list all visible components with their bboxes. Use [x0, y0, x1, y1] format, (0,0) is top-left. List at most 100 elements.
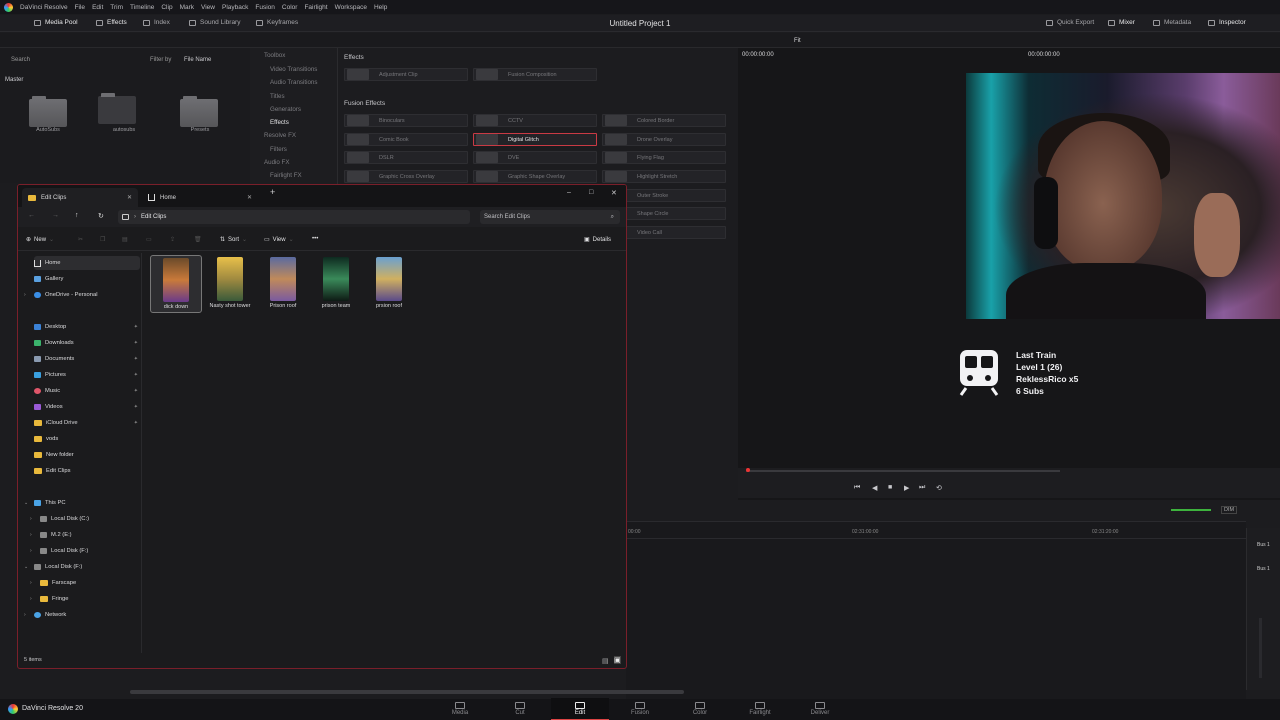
nav-pictures[interactable]: Pictures ✦: [34, 368, 140, 382]
page-deliver[interactable]: Deliver: [795, 702, 845, 716]
nav-desktop[interactable]: Desktop ✦: [34, 320, 140, 334]
delete-icon[interactable]: 🗑: [194, 236, 202, 243]
file-item[interactable]: dick down: [150, 255, 202, 313]
close-window-icon[interactable]: ✕: [611, 189, 617, 197]
nav-network[interactable]: › Network: [24, 608, 140, 622]
menu-color[interactable]: Color: [282, 4, 298, 11]
timeline-scrollbar[interactable]: [130, 690, 684, 694]
toolbox-item[interactable]: Filters: [270, 146, 287, 153]
details-view-icon[interactable]: ▤: [602, 657, 609, 665]
bin-folder-icon[interactable]: [180, 96, 218, 127]
back-icon[interactable]: ←: [28, 212, 35, 219]
share-icon[interactable]: ⇪: [170, 236, 175, 243]
pin-icon[interactable]: ✦: [134, 388, 138, 394]
menu-trim[interactable]: Trim: [110, 4, 123, 11]
refresh-icon[interactable]: ↻: [98, 212, 104, 220]
index-tab[interactable]: Index: [143, 19, 170, 26]
pin-icon[interactable]: ✦: [134, 420, 138, 426]
nav-farscape[interactable]: › Farscape: [30, 576, 146, 590]
close-tab-icon[interactable]: ✕: [127, 194, 132, 201]
address-bar[interactable]: › Edit Clips: [118, 210, 470, 224]
playhead-marker[interactable]: [746, 468, 750, 472]
menu-file[interactable]: File: [75, 4, 85, 11]
effect-item[interactable]: Highlight Stretch: [602, 170, 726, 183]
bus-fader[interactable]: [1259, 618, 1262, 678]
keyframes-tab[interactable]: Keyframes: [256, 19, 298, 26]
toolbox-item[interactable]: Resolve FX: [264, 132, 296, 139]
file-item[interactable]: prison team: [310, 255, 362, 313]
rename-icon[interactable]: ▭: [146, 236, 152, 243]
effects-tab[interactable]: Effects: [96, 19, 127, 26]
toolbox-item[interactable]: Toolbox: [264, 52, 285, 59]
filter-by-select[interactable]: File Name: [184, 57, 211, 63]
metadata-tab[interactable]: Metadata: [1153, 19, 1191, 26]
copy-icon[interactable]: ❐: [100, 236, 105, 243]
menu-clip[interactable]: Clip: [161, 4, 172, 11]
details-button[interactable]: ▣ Details: [584, 236, 611, 244]
menu-view[interactable]: View: [201, 4, 215, 11]
page-edit[interactable]: Edit: [555, 702, 605, 716]
effect-item[interactable]: Comic Book: [344, 133, 468, 146]
volume-slider[interactable]: [1171, 509, 1211, 511]
nav-onedrive[interactable]: › OneDrive - Personal: [24, 288, 140, 302]
pin-icon[interactable]: ✦: [134, 372, 138, 378]
nav-videos[interactable]: Videos ✦: [34, 400, 140, 414]
pin-icon[interactable]: ✦: [134, 340, 138, 346]
toolbox-item[interactable]: Audio Transitions: [270, 79, 317, 86]
page-fairlight[interactable]: Fairlight: [735, 702, 785, 716]
menu-fairlight[interactable]: Fairlight: [304, 4, 327, 11]
toolbox-item[interactable]: Titles: [270, 93, 285, 100]
page-media[interactable]: Media: [435, 702, 485, 716]
effect-item[interactable]: Flying Flag: [602, 151, 726, 164]
zoom-fit-select[interactable]: Fit: [794, 38, 801, 44]
effect-item-selected[interactable]: Digital Glitch: [473, 133, 597, 146]
page-fusion[interactable]: Fusion: [615, 702, 665, 716]
sound-library-tab[interactable]: Sound Library: [189, 19, 240, 26]
close-tab-icon[interactable]: ✕: [247, 194, 252, 201]
nav-documents[interactable]: Documents ✦: [34, 352, 140, 366]
nav-m2-e[interactable]: › M.2 (E:): [30, 528, 146, 542]
media-pool-search[interactable]: Search: [11, 57, 30, 63]
nav-gallery[interactable]: Gallery: [34, 272, 140, 286]
dim-button[interactable]: DIM: [1221, 506, 1238, 514]
forward-icon[interactable]: →: [52, 212, 59, 219]
nav-icloud[interactable]: iCloud Drive ✦: [34, 416, 140, 430]
effect-item[interactable]: CCTV: [473, 114, 597, 127]
explorer-tab-home[interactable]: Home ✕: [142, 188, 258, 207]
minimize-icon[interactable]: –: [567, 189, 571, 196]
nav-downloads[interactable]: Downloads ✦: [34, 336, 140, 350]
bin-folder-icon[interactable]: [98, 93, 136, 124]
effect-item[interactable]: DSLR: [344, 151, 468, 164]
play-reverse-icon[interactable]: ◀: [872, 484, 877, 492]
file-item[interactable]: Nasty shot tower: [204, 255, 256, 313]
loop-icon[interactable]: ⟲: [936, 484, 942, 492]
menu-playback[interactable]: Playback: [222, 4, 248, 11]
effect-item[interactable]: Colored Border: [602, 114, 726, 127]
explorer-tab-edit-clips[interactable]: Edit Clips ✕: [22, 188, 138, 207]
sort-button[interactable]: ⇅ Sort ⌄: [220, 236, 247, 244]
view-button[interactable]: ▭ View ⌄: [264, 236, 294, 244]
effect-item[interactable]: Graphic Shape Overlay: [473, 170, 597, 183]
effect-item[interactable]: Drone Overlay: [602, 133, 726, 146]
maximize-icon[interactable]: □: [589, 189, 593, 196]
stop-icon[interactable]: ■: [888, 484, 892, 491]
toolbox-item[interactable]: Audio FX: [264, 159, 289, 166]
nav-fringe[interactable]: › Fringe: [30, 592, 146, 606]
toolbox-item[interactable]: Fairlight FX: [270, 172, 302, 179]
tiles-view-icon[interactable]: ▣: [614, 656, 621, 664]
menu-timeline[interactable]: Timeline: [130, 4, 154, 11]
effect-item[interactable]: Adjustment Clip: [344, 68, 468, 81]
pin-icon[interactable]: ✦: [134, 324, 138, 330]
play-icon[interactable]: ▶: [904, 484, 909, 492]
media-pool-tab[interactable]: Media Pool: [34, 19, 78, 26]
file-item[interactable]: Prison roof: [257, 255, 309, 313]
toolbox-item[interactable]: Generators: [270, 106, 301, 113]
menu-fusion[interactable]: Fusion: [255, 4, 275, 11]
effect-item[interactable]: Binoculars: [344, 114, 468, 127]
page-cut[interactable]: Cut: [495, 702, 545, 716]
effect-item[interactable]: DVE: [473, 151, 597, 164]
paste-icon[interactable]: ▤: [122, 236, 128, 243]
pin-icon[interactable]: ✦: [134, 356, 138, 362]
master-bin-label[interactable]: Master: [5, 77, 23, 83]
toolbox-item-selected[interactable]: Effects: [270, 119, 289, 126]
